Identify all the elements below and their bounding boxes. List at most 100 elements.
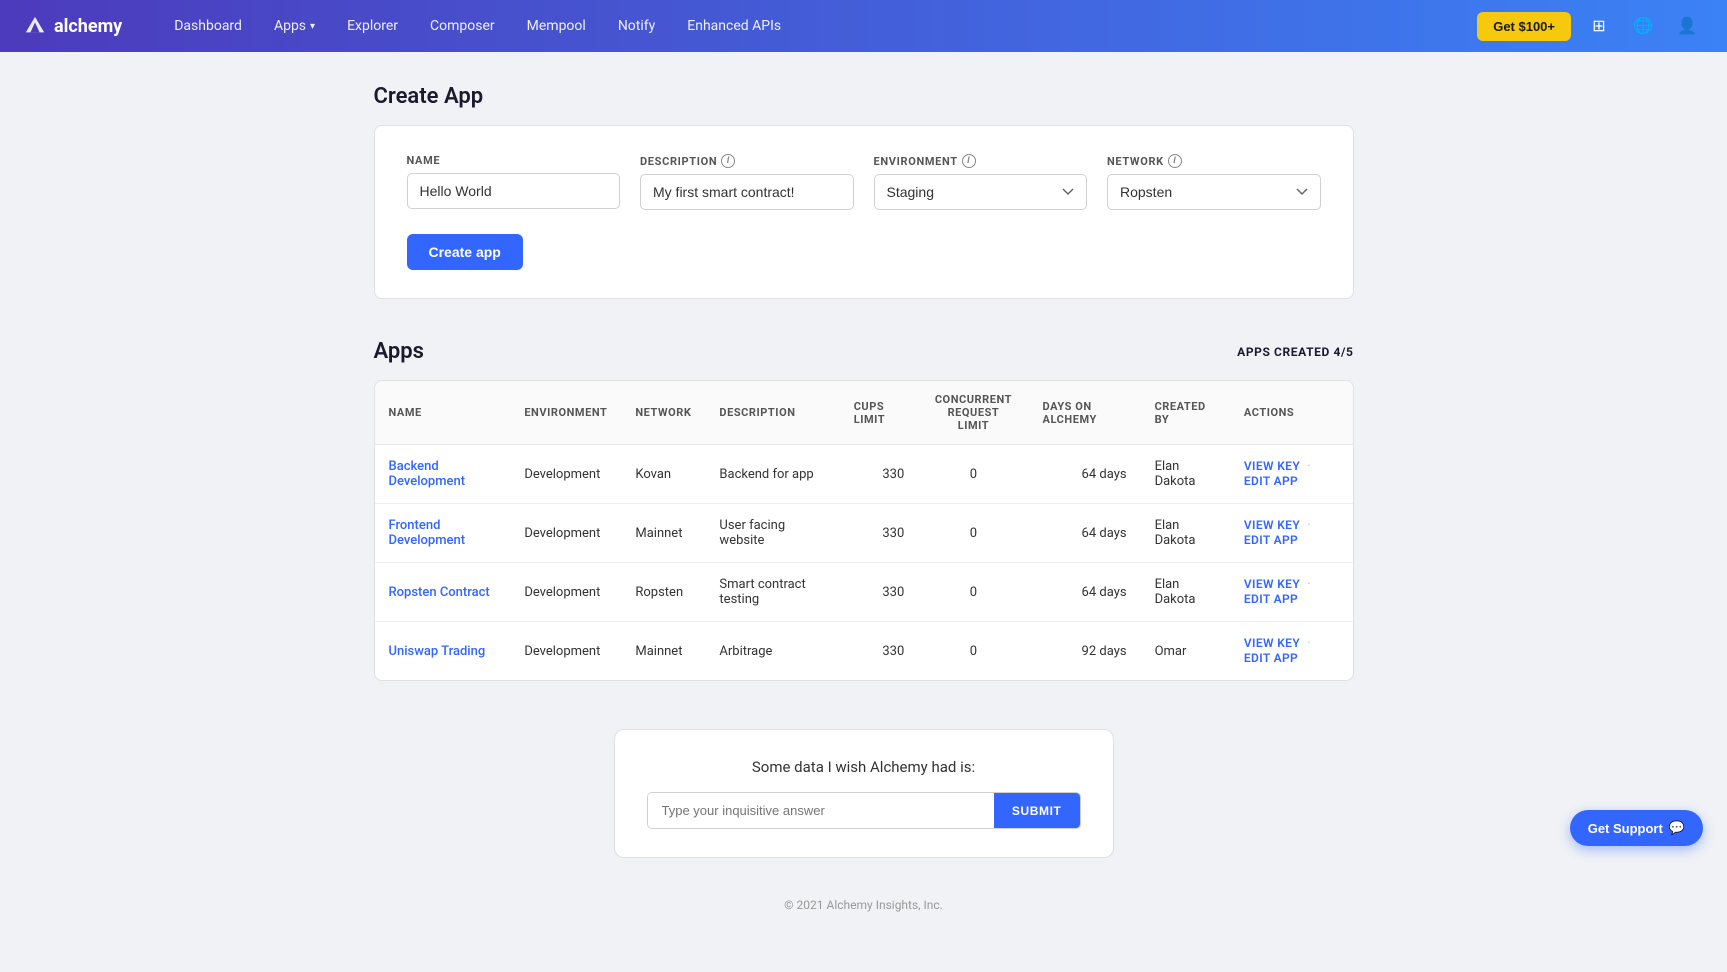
nav-dashboard[interactable]: Dashboard — [162, 12, 254, 40]
name-group: NAME — [407, 154, 621, 210]
action-separator: · — [1307, 459, 1310, 474]
cell-created-by: Elan Dakota — [1141, 504, 1230, 563]
cell-created-by: Elan Dakota — [1141, 563, 1230, 622]
support-chat-icon: 💬 — [1669, 820, 1685, 836]
grid-icon-button[interactable]: ⊞ — [1583, 10, 1615, 42]
get-support-label: Get Support — [1588, 821, 1663, 836]
cell-cups-limit: 330 — [840, 622, 919, 681]
cell-environment: Development — [510, 445, 621, 504]
cell-app-name: Uniswap Trading — [375, 622, 511, 681]
apps-table-card: NAME ENVIRONMENT NETWORK DESCRIPTION CUP… — [374, 380, 1354, 681]
cell-description: Smart contract testing — [705, 563, 839, 622]
footer-text: © 2021 Alchemy Insights, Inc. — [784, 898, 943, 912]
app-name-link[interactable]: Uniswap Trading — [389, 644, 486, 659]
environment-label: ENVIRONMENT i — [874, 154, 1088, 168]
app-name-link[interactable]: Ropsten Contract — [389, 585, 490, 600]
col-days: DAYS ON ALCHEMY — [1029, 381, 1141, 445]
cell-days: 64 days — [1029, 563, 1141, 622]
app-name-link[interactable]: Frontend Development — [389, 518, 466, 548]
apps-header: Apps APPS CREATED 4/5 — [374, 339, 1354, 364]
globe-icon-button[interactable]: 🌐 — [1627, 10, 1659, 42]
cell-environment: Development — [510, 504, 621, 563]
view-key-link[interactable]: VIEW KEY — [1244, 577, 1300, 591]
cell-cups-limit: 330 — [840, 445, 919, 504]
get-support-button[interactable]: Get Support 💬 — [1570, 810, 1703, 846]
network-select[interactable]: Ropsten Mainnet Kovan Rinkeby — [1107, 174, 1321, 210]
cell-network: Ropsten — [621, 563, 705, 622]
cell-created-by: Elan Dakota — [1141, 445, 1230, 504]
cell-actions: VIEW KEY · EDIT APP — [1230, 445, 1353, 504]
action-separator: · — [1307, 518, 1310, 533]
cell-days: 64 days — [1029, 445, 1141, 504]
apps-created-value: 4/5 — [1333, 345, 1353, 359]
create-app-title: Create App — [374, 84, 1354, 109]
nav-composer[interactable]: Composer — [418, 12, 507, 40]
cell-days: 92 days — [1029, 622, 1141, 681]
navigation: alchemy Dashboard Apps ▾ Explorer Compos… — [0, 0, 1727, 52]
create-app-button[interactable]: Create app — [407, 234, 523, 270]
nav-mempool[interactable]: Mempool — [515, 12, 598, 40]
description-group: DESCRIPTION i — [640, 154, 854, 210]
create-app-form-row: NAME DESCRIPTION i ENVIRONMENT i Staging… — [407, 154, 1321, 210]
footer: © 2021 Alchemy Insights, Inc. — [374, 898, 1354, 912]
grid-icon: ⊞ — [1592, 16, 1605, 36]
app-name-link[interactable]: Backend Development — [389, 459, 466, 489]
description-label: DESCRIPTION i — [640, 154, 854, 168]
feedback-widget: Some data I wish Alchemy had is: SUBMIT — [614, 729, 1114, 858]
user-icon-button[interactable]: 👤 — [1671, 10, 1703, 42]
cell-actions: VIEW KEY · EDIT APP — [1230, 563, 1353, 622]
nav-notify[interactable]: Notify — [606, 12, 667, 40]
name-label: NAME — [407, 154, 621, 167]
cell-description: User facing website — [705, 504, 839, 563]
feedback-title: Some data I wish Alchemy had is: — [647, 758, 1081, 776]
logo[interactable]: alchemy — [24, 15, 122, 37]
environment-group: ENVIRONMENT i Staging Development Produc… — [874, 154, 1088, 210]
environment-info-icon[interactable]: i — [962, 154, 976, 168]
name-input[interactable] — [407, 173, 621, 209]
nav-explorer[interactable]: Explorer — [335, 12, 410, 40]
cell-network: Mainnet — [621, 504, 705, 563]
action-separator: · — [1307, 577, 1310, 592]
nav-right: Get $100+ ⊞ 🌐 👤 — [1477, 10, 1703, 42]
col-description: DESCRIPTION — [705, 381, 839, 445]
edit-app-link[interactable]: EDIT APP — [1244, 474, 1298, 488]
cell-concurrent-limit: 0 — [918, 445, 1028, 504]
cell-network: Kovan — [621, 445, 705, 504]
cell-environment: Development — [510, 563, 621, 622]
cell-network: Mainnet — [621, 622, 705, 681]
view-key-link[interactable]: VIEW KEY — [1244, 459, 1300, 473]
logo-icon — [24, 15, 46, 37]
cell-app-name: Ropsten Contract — [375, 563, 511, 622]
col-network: NETWORK — [621, 381, 705, 445]
logo-text: alchemy — [54, 16, 122, 37]
description-info-icon[interactable]: i — [721, 154, 735, 168]
table-row: Uniswap Trading Development Mainnet Arbi… — [375, 622, 1353, 681]
feedback-submit-button[interactable]: SUBMIT — [994, 793, 1080, 828]
cell-concurrent-limit: 0 — [918, 622, 1028, 681]
apps-title: Apps — [374, 339, 424, 364]
edit-app-link[interactable]: EDIT APP — [1244, 533, 1298, 547]
edit-app-link[interactable]: EDIT APP — [1244, 592, 1298, 606]
table-row: Backend Development Development Kovan Ba… — [375, 445, 1353, 504]
col-concurrent-limit: CONCURRENTREQUEST LIMIT — [918, 381, 1028, 445]
description-input[interactable] — [640, 174, 854, 210]
network-info-icon[interactable]: i — [1168, 154, 1182, 168]
cell-concurrent-limit: 0 — [918, 504, 1028, 563]
cell-app-name: Backend Development — [375, 445, 511, 504]
view-key-link[interactable]: VIEW KEY — [1244, 636, 1300, 650]
cell-environment: Development — [510, 622, 621, 681]
feedback-input[interactable] — [648, 793, 994, 828]
nav-enhanced-apis[interactable]: Enhanced APIs — [675, 12, 793, 40]
nav-links: Dashboard Apps ▾ Explorer Composer Mempo… — [162, 12, 1477, 40]
edit-app-link[interactable]: EDIT APP — [1244, 651, 1298, 665]
apps-created-counter: APPS CREATED 4/5 — [1237, 345, 1353, 359]
table-row: Ropsten Contract Development Ropsten Sma… — [375, 563, 1353, 622]
cell-actions: VIEW KEY · EDIT APP — [1230, 504, 1353, 563]
table-row: Frontend Development Development Mainnet… — [375, 504, 1353, 563]
cell-created-by: Omar — [1141, 622, 1230, 681]
view-key-link[interactable]: VIEW KEY — [1244, 518, 1300, 532]
nav-apps[interactable]: Apps ▾ — [262, 12, 327, 40]
get-money-button[interactable]: Get $100+ — [1477, 12, 1571, 41]
main-content: Create App NAME DESCRIPTION i ENVIRONMEN… — [374, 52, 1354, 972]
environment-select[interactable]: Staging Development Production — [874, 174, 1088, 210]
